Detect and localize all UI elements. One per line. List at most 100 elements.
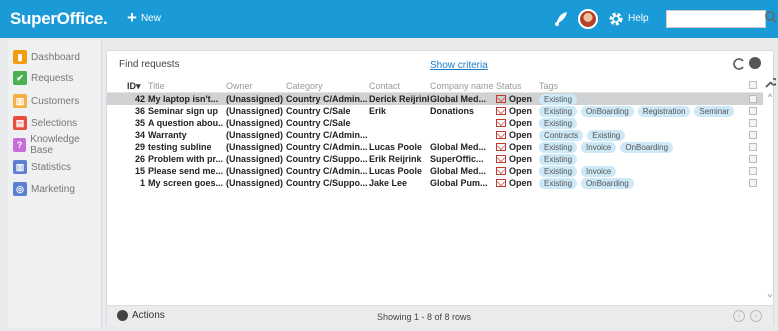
tag-badge[interactable]: Existing bbox=[539, 154, 578, 165]
row-checkbox[interactable] bbox=[749, 155, 757, 163]
tag-badge[interactable]: Invoice bbox=[581, 142, 617, 153]
row-company: Global Pum... bbox=[430, 178, 488, 188]
select-all-checkbox[interactable] bbox=[749, 81, 757, 89]
options-icon[interactable] bbox=[749, 57, 761, 69]
row-checkbox[interactable] bbox=[749, 131, 757, 139]
row-owner: (Unassigned) bbox=[226, 130, 284, 140]
status-mail-icon bbox=[496, 179, 506, 187]
row-contact: Erik Reijrink bbox=[369, 154, 422, 164]
column-category[interactable]: Category bbox=[286, 81, 374, 91]
rocket-icon[interactable] bbox=[552, 10, 570, 28]
next-page-button[interactable]: › bbox=[750, 310, 762, 322]
user-avatar[interactable] bbox=[578, 9, 598, 29]
gear-icon[interactable] bbox=[607, 10, 625, 28]
panel-title: Find requests bbox=[119, 59, 180, 70]
row-company: SuperOffic... bbox=[430, 154, 484, 164]
refresh-icon[interactable] bbox=[733, 57, 745, 71]
tag-badge[interactable]: Existing bbox=[539, 118, 578, 129]
row-contact: Derick Reijrink bbox=[369, 94, 429, 104]
tag-badge[interactable]: Contracts bbox=[539, 130, 584, 141]
row-category: Country C/Admin... bbox=[286, 166, 368, 176]
tag-badge[interactable]: OnBoarding bbox=[581, 178, 634, 189]
table-row[interactable]: 29 testing subline (Unassigned) Country C/A… bbox=[107, 141, 763, 153]
row-contact: Lucas Poole bbox=[369, 166, 423, 176]
column-status[interactable]: Status bbox=[496, 81, 540, 91]
row-title: My screen goes... bbox=[148, 178, 223, 188]
row-title: Warranty bbox=[148, 130, 187, 140]
table-row[interactable]: 1 My screen goes... (Unassigned) Country C/… bbox=[107, 177, 763, 189]
row-owner: (Unassigned) bbox=[226, 118, 284, 128]
column-tags[interactable]: Tags bbox=[539, 81, 739, 91]
column-company[interactable]: Company name bbox=[430, 81, 494, 91]
prev-page-button[interactable]: ‹ bbox=[733, 310, 745, 322]
requests-panel: Find requests Show criteria ID▾ Title Ow… bbox=[106, 50, 776, 326]
row-checkbox[interactable] bbox=[749, 179, 757, 187]
table-row[interactable]: 35 A question abou... (Unassigned) Country … bbox=[107, 117, 763, 129]
column-id[interactable]: ID▾ bbox=[127, 81, 147, 92]
row-title: My laptop isn't... bbox=[148, 94, 219, 104]
tag-badge[interactable]: Existing bbox=[539, 166, 578, 177]
row-checkbox[interactable] bbox=[749, 143, 757, 151]
tag-badge[interactable]: Invoice bbox=[581, 166, 617, 177]
help-link[interactable]: Help bbox=[628, 13, 649, 24]
tag-badge[interactable]: Existing bbox=[539, 178, 578, 189]
row-checkbox[interactable] bbox=[749, 107, 757, 115]
table-row[interactable]: 42 My laptop isn't... (Unassigned) Country … bbox=[107, 93, 763, 105]
row-status-label: Open bbox=[509, 130, 533, 140]
column-owner[interactable]: Owner bbox=[226, 81, 284, 91]
sidebar-item-label: Dashboard bbox=[31, 51, 80, 63]
tag-badge[interactable]: Seminar bbox=[694, 106, 735, 117]
tag-badge[interactable]: OnBoarding bbox=[620, 142, 674, 153]
tag-badge[interactable]: Existing bbox=[539, 106, 578, 117]
row-id: 34 bbox=[134, 130, 145, 140]
search-icon[interactable] bbox=[764, 10, 778, 24]
status-mail-icon bbox=[496, 119, 506, 127]
actions-button[interactable]: Actions bbox=[117, 310, 165, 321]
sort-desc-icon: ▾ bbox=[136, 81, 141, 91]
sidebar-item-label: Statistics bbox=[31, 161, 72, 173]
sidebar-item-customers[interactable]: ▥ Customers bbox=[13, 92, 79, 110]
sidebar-item-marketing[interactable]: ◎ Marketing bbox=[13, 180, 75, 198]
column-title[interactable]: Title bbox=[148, 81, 223, 91]
row-status: Open bbox=[496, 130, 540, 140]
sidebar-item-selections[interactable]: ▤ Selections bbox=[13, 114, 77, 132]
row-checkbox[interactable] bbox=[749, 95, 757, 103]
row-company: Global Med... bbox=[430, 94, 487, 104]
table-row[interactable]: 15 Please send me... (Unassigned) Country C… bbox=[107, 165, 763, 177]
row-contact: Jake Lee bbox=[369, 178, 408, 188]
sidebar-item-dashboard[interactable]: ▮ Dashboard bbox=[13, 48, 80, 66]
row-owner: (Unassigned) bbox=[226, 178, 284, 188]
row-checkbox[interactable] bbox=[749, 167, 757, 175]
wrench-icon[interactable] bbox=[764, 76, 776, 88]
search-input[interactable] bbox=[666, 10, 766, 28]
row-title: Problem with pr... bbox=[148, 154, 223, 164]
table-row[interactable]: 26 Problem with pr... (Unassigned) Country … bbox=[107, 153, 763, 165]
tag-badge[interactable]: Existing bbox=[539, 142, 578, 153]
rows-count: Showing 1 - 8 of 8 rows bbox=[377, 312, 472, 322]
row-category: Country C/Suppo... bbox=[286, 154, 368, 164]
column-id-label: ID bbox=[127, 81, 136, 91]
row-contact: Erik bbox=[369, 106, 387, 116]
row-id: 29 bbox=[134, 142, 145, 152]
row-checkbox[interactable] bbox=[749, 119, 757, 127]
row-id: 26 bbox=[134, 154, 145, 164]
tag-badge[interactable]: OnBoarding bbox=[581, 106, 634, 117]
row-owner: (Unassigned) bbox=[226, 94, 284, 104]
tag-badge[interactable]: Existing bbox=[539, 94, 578, 105]
sidebar-item-knowledge-base[interactable]: ? Knowledge Base bbox=[13, 134, 101, 156]
sidebar-item-label: Requests bbox=[31, 72, 74, 84]
table-row[interactable]: 34 Warranty (Unassigned) Country C/Admin...… bbox=[107, 129, 763, 141]
scrollbar[interactable] bbox=[767, 93, 773, 298]
selections-icon: ▤ bbox=[13, 116, 27, 130]
new-button[interactable]: + New bbox=[127, 9, 161, 26]
tag-badge[interactable]: Registration bbox=[637, 106, 691, 117]
row-contact: Lucas Poole bbox=[369, 142, 423, 152]
tag-badge[interactable]: Existing bbox=[587, 130, 626, 141]
app-logo[interactable]: SuperOffice. bbox=[10, 9, 108, 29]
column-contact[interactable]: Contact bbox=[369, 81, 429, 91]
sidebar-item-statistics[interactable]: ▥ Statistics bbox=[13, 158, 71, 176]
sidebar-item-requests[interactable]: ✔ Requests bbox=[13, 69, 73, 87]
row-status: Open bbox=[496, 166, 540, 176]
table-row[interactable]: 36 Seminar sign up (Unassigned) Country C/S… bbox=[107, 105, 763, 117]
show-criteria-link[interactable]: Show criteria bbox=[430, 60, 488, 71]
